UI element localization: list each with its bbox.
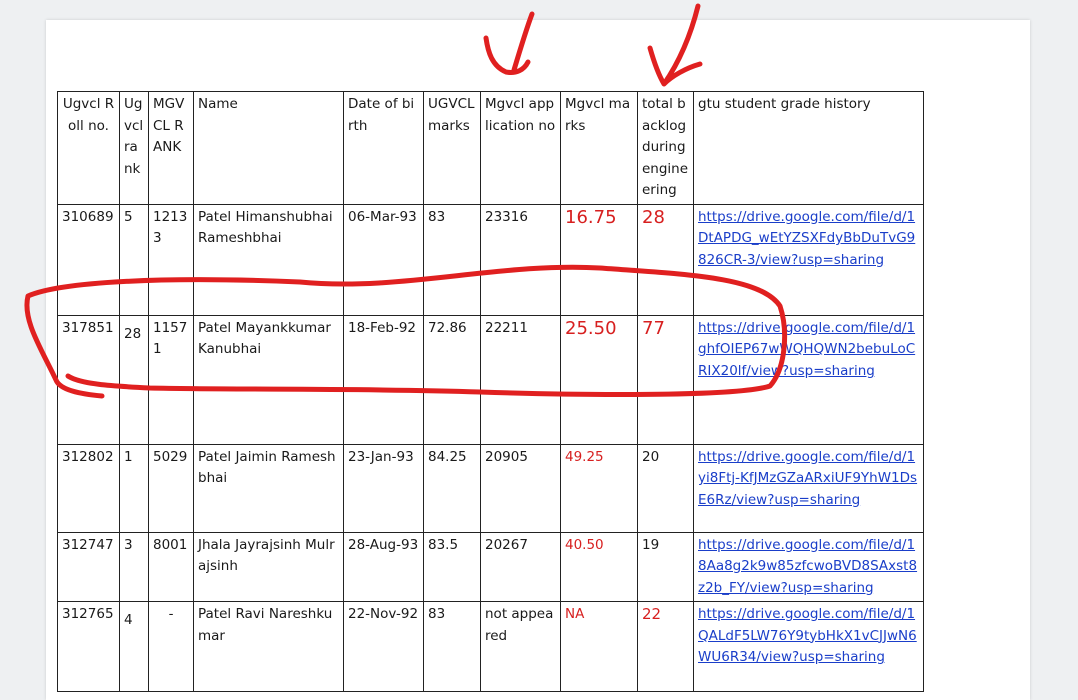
cell-mgvcl-application: not appeared bbox=[480, 601, 561, 692]
cell-roll: 310689 bbox=[57, 203, 120, 316]
header-mgvcl-application: Mgvcl application no bbox=[480, 91, 561, 205]
cell-name: Patel Himanshubhai Rameshbhai bbox=[193, 203, 344, 316]
cell-grade-history: https://drive.google.com/file/d/1yi8Ftj-… bbox=[693, 443, 924, 533]
header-row: Ugvcl Roll no. Ugvcl rank MGVCL RANK Nam… bbox=[57, 91, 924, 205]
header-roll: Ugvcl Roll no. bbox=[57, 91, 120, 205]
cell-mgvcl-marks: NA bbox=[560, 601, 638, 692]
header-grade-history: gtu student grade history bbox=[693, 91, 924, 205]
header-ugvcl-rank: Ugvcl rank bbox=[119, 91, 149, 205]
table-row: 312747 3 8001 Jhala Jayrajsinh Mulrajsin… bbox=[57, 531, 924, 602]
header-mgvcl-marks: Mgvcl marks bbox=[560, 91, 638, 205]
cell-mgvcl-marks: 16.75 bbox=[560, 203, 638, 316]
cell-dob: 28-Aug-93 bbox=[343, 531, 424, 602]
cell-grade-history: https://drive.google.com/file/d/1ghfOIEP… bbox=[693, 314, 924, 445]
grade-history-link[interactable]: https://drive.google.com/file/d/1DtAPDG_… bbox=[698, 209, 915, 268]
cell-ugvcl-marks: 72.86 bbox=[423, 314, 481, 445]
cell-mgvcl-rank: - bbox=[148, 601, 194, 692]
cell-ugvcl-rank: 3 bbox=[119, 531, 149, 602]
table-row: 312802 1 5029 Patel Jaimin Rameshbhai 23… bbox=[57, 443, 924, 533]
cell-mgvcl-application: 22211 bbox=[480, 314, 561, 445]
cell-roll: 312802 bbox=[57, 443, 120, 533]
cell-roll: 312765 bbox=[57, 601, 120, 692]
cell-backlog: 20 bbox=[637, 443, 694, 533]
cell-roll: 312747 bbox=[57, 531, 120, 602]
header-backlog: total backlog during engineering bbox=[637, 91, 694, 205]
cell-grade-history: https://drive.google.com/file/d/18Aa8g2k… bbox=[693, 531, 924, 602]
table-row: 310689 5 12133 Patel Himanshubhai Ramesh… bbox=[57, 203, 924, 316]
cell-mgvcl-rank: 8001 bbox=[148, 531, 194, 602]
cell-name: Patel Jaimin Rameshbhai bbox=[193, 443, 344, 533]
header-mgvcl-rank: MGVCL RANK bbox=[148, 91, 194, 205]
cell-backlog: 22 bbox=[637, 601, 694, 692]
table-row: 312765 4 - Patel Ravi Nareshkumar 22-Nov… bbox=[57, 601, 924, 692]
cell-dob: 06-Mar-93 bbox=[343, 203, 424, 316]
table-row-highlighted: 317851 28 11571 Patel Mayankkumar Kanubh… bbox=[57, 314, 924, 445]
cell-ugvcl-marks: 84.25 bbox=[423, 443, 481, 533]
cell-grade-history: https://drive.google.com/file/d/1QALdF5L… bbox=[693, 601, 924, 692]
cell-mgvcl-application: 20267 bbox=[480, 531, 561, 602]
cell-ugvcl-rank: 5 bbox=[119, 203, 149, 316]
cell-ugvcl-marks: 83 bbox=[423, 601, 481, 692]
cell-ugvcl-marks: 83.5 bbox=[423, 531, 481, 602]
cell-mgvcl-marks: 25.50 bbox=[560, 314, 638, 445]
grade-history-link[interactable]: https://drive.google.com/file/d/1ghfOIEP… bbox=[698, 320, 915, 379]
cell-dob: 22-Nov-92 bbox=[343, 601, 424, 692]
cell-backlog: 28 bbox=[637, 203, 694, 316]
grade-history-link[interactable]: https://drive.google.com/file/d/1QALdF5L… bbox=[698, 606, 917, 665]
cell-name: Patel Ravi Nareshkumar bbox=[193, 601, 344, 692]
cell-name: Patel Mayankkumar Kanubhai bbox=[193, 314, 344, 445]
cell-mgvcl-marks: 49.25 bbox=[560, 443, 638, 533]
cell-ugvcl-rank: 28 bbox=[119, 314, 149, 445]
cell-mgvcl-rank: 5029 bbox=[148, 443, 194, 533]
header-ugvcl-marks: UGVCL marks bbox=[423, 91, 481, 205]
cell-ugvcl-rank: 4 bbox=[119, 601, 149, 692]
cell-mgvcl-application: 20905 bbox=[480, 443, 561, 533]
grade-history-link[interactable]: https://drive.google.com/file/d/1yi8Ftj-… bbox=[698, 449, 917, 508]
cell-mgvcl-marks: 40.50 bbox=[560, 531, 638, 602]
cell-backlog: 77 bbox=[637, 314, 694, 445]
cell-ugvcl-rank: 1 bbox=[119, 443, 149, 533]
cell-dob: 23-Jan-93 bbox=[343, 443, 424, 533]
results-table: Ugvcl Roll no. Ugvcl rank MGVCL RANK Nam… bbox=[57, 91, 924, 692]
grade-history-link[interactable]: https://drive.google.com/file/d/18Aa8g2k… bbox=[698, 537, 917, 596]
cell-mgvcl-rank: 12133 bbox=[148, 203, 194, 316]
cell-mgvcl-application: 23316 bbox=[480, 203, 561, 316]
cell-ugvcl-marks: 83 bbox=[423, 203, 481, 316]
cell-mgvcl-rank: 11571 bbox=[148, 314, 194, 445]
cell-dob: 18-Feb-92 bbox=[343, 314, 424, 445]
cell-grade-history: https://drive.google.com/file/d/1DtAPDG_… bbox=[693, 203, 924, 316]
cell-name: Jhala Jayrajsinh Mulrajsinh bbox=[193, 531, 344, 602]
header-name: Name bbox=[193, 91, 344, 205]
cell-roll: 317851 bbox=[57, 314, 120, 445]
cell-backlog: 19 bbox=[637, 531, 694, 602]
header-dob: Date of birth bbox=[343, 91, 424, 205]
